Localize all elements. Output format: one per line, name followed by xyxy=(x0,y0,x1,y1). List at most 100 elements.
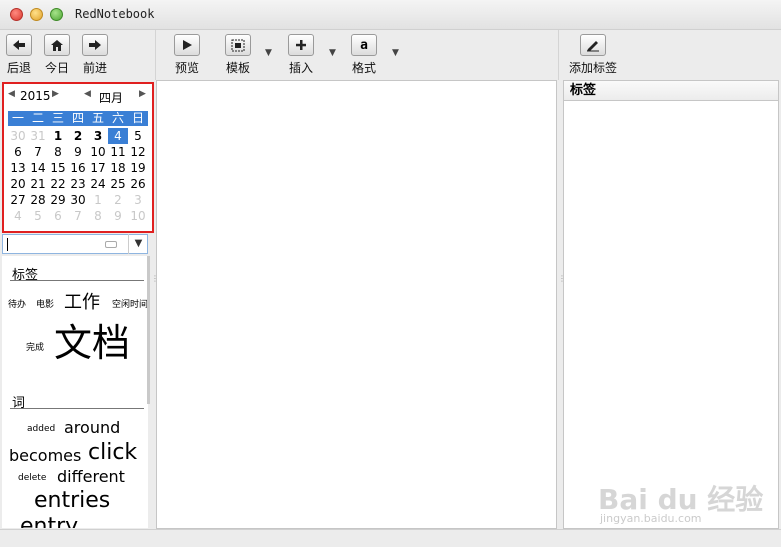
calendar-day[interactable]: 6 xyxy=(8,144,28,160)
calendar-day[interactable]: 22 xyxy=(48,176,68,192)
watermark-url: jingyan.baidu.com xyxy=(600,512,702,525)
divider xyxy=(10,280,144,281)
preview-label: 预览 xyxy=(174,61,199,75)
calendar-day[interactable]: 2 xyxy=(108,192,128,208)
calendar-day[interactable]: 9 xyxy=(108,208,128,224)
toolbar-separator xyxy=(558,30,559,80)
calendar-day[interactable]: 4 xyxy=(8,208,28,224)
preview-button[interactable]: 预览 xyxy=(174,34,200,76)
calendar-day[interactable]: 15 xyxy=(48,160,68,176)
template-icon xyxy=(225,34,251,56)
insert-button[interactable]: 插入 xyxy=(288,34,314,76)
calendar-day[interactable]: 10 xyxy=(128,208,148,224)
search-dropdown-icon[interactable]: ▼ xyxy=(128,234,148,254)
word-cloud-item[interactable]: entries xyxy=(34,488,110,513)
weekday-label: 六 xyxy=(111,111,124,125)
tag-cloud-item[interactable]: 工作 xyxy=(64,288,100,314)
calendar-day[interactable]: 10 xyxy=(88,144,108,160)
calendar-day[interactable]: 27 xyxy=(8,192,28,208)
calendar-day[interactable]: 25 xyxy=(108,176,128,192)
calendar-day[interactable]: 1 xyxy=(88,192,108,208)
tag-cloud-item[interactable]: 文档 xyxy=(54,312,130,367)
tag-cloud-item[interactable]: 完成 xyxy=(26,340,44,353)
weekday-label: 五 xyxy=(91,111,104,125)
word-cloud-item[interactable]: becomes xyxy=(9,446,81,465)
calendar-day[interactable]: 30 xyxy=(68,192,88,208)
close-window-button[interactable] xyxy=(10,8,23,21)
format-button[interactable]: a 格式 xyxy=(351,34,377,76)
calendar-day[interactable]: 21 xyxy=(28,176,48,192)
calendar-day[interactable]: 7 xyxy=(68,208,88,224)
add-tag-label: 添加标签 xyxy=(569,61,618,75)
calendar-day[interactable]: 4 xyxy=(108,128,128,144)
tags-column-header[interactable]: 标签 xyxy=(564,81,778,101)
calendar-year: 2015 xyxy=(20,89,51,103)
calendar-day[interactable]: 14 xyxy=(28,160,48,176)
calendar-day[interactable]: 24 xyxy=(88,176,108,192)
word-cloud-item[interactable]: delete xyxy=(18,473,46,483)
calendar-day[interactable]: 13 xyxy=(8,160,28,176)
calendar-day[interactable]: 7 xyxy=(28,144,48,160)
calendar-day[interactable]: 26 xyxy=(128,176,148,192)
calendar-day[interactable]: 5 xyxy=(28,208,48,224)
back-label: 后退 xyxy=(6,61,31,75)
tag-cloud-item[interactable]: 空闲时间 xyxy=(112,297,148,310)
tag-cloud-item[interactable]: 电影 xyxy=(36,297,54,310)
word-cloud-item[interactable]: click xyxy=(88,440,137,465)
template-button[interactable]: 模板 xyxy=(225,34,251,76)
forward-button[interactable]: 前进 xyxy=(82,34,108,76)
calendar-day[interactable]: 3 xyxy=(88,128,108,144)
calendar-day[interactable]: 6 xyxy=(48,208,68,224)
minimize-window-button[interactable] xyxy=(30,8,43,21)
template-dropdown-icon[interactable]: ▼ xyxy=(265,48,272,58)
weekday-label: 二 xyxy=(31,111,44,125)
search-input[interactable] xyxy=(2,234,148,254)
today-button[interactable]: 今日 xyxy=(44,34,70,76)
format-dropdown-icon[interactable]: ▼ xyxy=(392,48,399,58)
editor-textarea[interactable] xyxy=(156,80,557,529)
calendar-day[interactable]: 3 xyxy=(128,192,148,208)
prev-year-icon[interactable]: ◀ xyxy=(8,89,15,99)
add-tag-button[interactable]: 添加标签 xyxy=(569,34,617,76)
insert-dropdown-icon[interactable]: ▼ xyxy=(329,48,336,58)
calendar-day[interactable]: 1 xyxy=(48,128,68,144)
calendar-day[interactable]: 5 xyxy=(128,128,148,144)
calendar-day[interactable]: 11 xyxy=(108,144,128,160)
pane-grip-icon[interactable]: ⋮ xyxy=(558,274,566,283)
template-label: 模板 xyxy=(225,61,250,75)
calendar-days: 30 31 1 2 3 4 5 6 7 8 9 10 11 12 13 14 15 16 17 18 19 20 21 22 2… xyxy=(8,128,148,224)
word-cloud-item[interactable]: added xyxy=(27,424,55,434)
arrow-left-icon xyxy=(6,34,32,56)
calendar-day[interactable]: 30 xyxy=(8,128,28,144)
calendar-month: 四月 xyxy=(99,91,124,105)
calendar-day[interactable]: 18 xyxy=(108,160,128,176)
pane-grip-icon[interactable]: ⋮ xyxy=(151,274,159,283)
calendar-day[interactable]: 16 xyxy=(68,160,88,176)
calendar-day[interactable]: 12 xyxy=(128,144,148,160)
next-year-icon[interactable]: ▶ xyxy=(52,89,59,99)
calendar-day[interactable]: 17 xyxy=(88,160,108,176)
clear-icon[interactable] xyxy=(105,241,117,248)
tag-cloud-item[interactable]: 待办 xyxy=(8,297,26,310)
calendar-day[interactable]: 19 xyxy=(128,160,148,176)
word-cloud-item[interactable]: different xyxy=(57,467,125,486)
calendar-day[interactable]: 2 xyxy=(68,128,88,144)
calendar-day[interactable]: 8 xyxy=(48,144,68,160)
maximize-window-button[interactable] xyxy=(50,8,63,21)
scrollbar[interactable] xyxy=(147,256,150,404)
calendar-day[interactable]: 20 xyxy=(8,176,28,192)
prev-month-icon[interactable]: ◀ xyxy=(84,89,91,99)
calendar-day[interactable]: 29 xyxy=(48,192,68,208)
calendar-day[interactable]: 9 xyxy=(68,144,88,160)
calendar-day[interactable]: 23 xyxy=(68,176,88,192)
calendar-day[interactable]: 31 xyxy=(28,128,48,144)
calendar-day[interactable]: 8 xyxy=(88,208,108,224)
weekday-label: 四 xyxy=(71,111,84,125)
next-month-icon[interactable]: ▶ xyxy=(139,89,146,99)
word-cloud-item[interactable]: around xyxy=(64,418,120,437)
back-button[interactable]: 后退 xyxy=(6,34,32,76)
calendar-day[interactable]: 28 xyxy=(28,192,48,208)
forward-label: 前进 xyxy=(82,61,107,75)
word-cloud-item[interactable]: entry xyxy=(20,514,78,528)
weekday-label: 三 xyxy=(51,111,64,125)
